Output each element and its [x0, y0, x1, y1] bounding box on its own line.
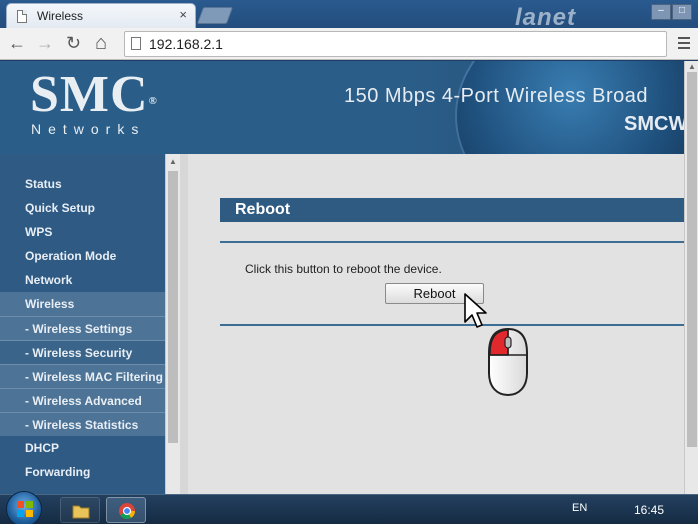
- language-indicator[interactable]: EN: [572, 502, 587, 514]
- scrollbar-thumb[interactable]: [687, 72, 697, 447]
- folder-icon: [72, 505, 90, 519]
- browser-titlebar: Wireless × lanet – □: [0, 0, 698, 31]
- sidebar-item-quick-setup[interactable]: Quick Setup: [0, 196, 165, 220]
- sidebar-item-status[interactable]: Status: [0, 172, 165, 196]
- logo-subtitle: Networks: [31, 121, 146, 137]
- product-title: 150 Mbps 4-Port Wireless Broad: [344, 85, 649, 107]
- taskbar: EN 16:45: [0, 491, 698, 524]
- scroll-up-icon[interactable]: ▲: [688, 62, 696, 71]
- section-title: Reboot: [220, 198, 684, 222]
- page-icon: [131, 37, 141, 50]
- back-icon[interactable]: ←: [8, 32, 26, 54]
- router-header: SMC® Networks 150 Mbps 4-Port Wireless B…: [0, 61, 684, 154]
- home-icon[interactable]: ⌂: [95, 32, 107, 54]
- maximize-icon[interactable]: □: [672, 4, 692, 20]
- address-bar[interactable]: 192.168.2.1: [124, 31, 667, 57]
- reboot-description: Click this button to reboot the device.: [245, 262, 442, 276]
- browser-tab[interactable]: Wireless ×: [6, 3, 196, 28]
- forward-icon[interactable]: →: [36, 32, 54, 54]
- sidebar-item-dhcp[interactable]: DHCP: [0, 436, 165, 460]
- scroll-up-icon[interactable]: ▲: [169, 157, 177, 166]
- minimize-icon[interactable]: –: [651, 4, 671, 20]
- sidebar-item-network[interactable]: Network: [0, 268, 165, 292]
- sidebar-item-wps[interactable]: WPS: [0, 220, 165, 244]
- mouse-pointer-icon: [464, 293, 487, 328]
- page-scrollbar[interactable]: ▲: [684, 61, 698, 494]
- sidebar-item-wireless[interactable]: Wireless: [0, 292, 165, 316]
- sidebar-scrollbar[interactable]: ▲: [165, 154, 180, 494]
- sidebar-item-wireless-mac-filtering[interactable]: - Wireless MAC Filtering: [0, 364, 165, 388]
- file-explorer-button[interactable]: [60, 497, 100, 523]
- sidebar-item-wireless-security[interactable]: - Wireless Security: [0, 340, 165, 364]
- divider: [220, 324, 684, 326]
- start-button[interactable]: [6, 491, 42, 524]
- chrome-icon: [119, 503, 135, 519]
- smc-logo: SMC®: [30, 66, 158, 123]
- mouse-left-click-icon: [488, 327, 528, 397]
- main-content: Reboot Click this button to reboot the d…: [180, 154, 684, 494]
- chrome-taskbar-button[interactable]: [106, 497, 146, 523]
- close-tab-icon[interactable]: ×: [179, 7, 187, 22]
- divider: [220, 241, 684, 243]
- browser-toolbar: ← → ↻ ⌂ 192.168.2.1: [0, 28, 698, 60]
- new-tab-button[interactable]: [196, 7, 234, 24]
- window-controls: – □: [650, 0, 692, 20]
- tab-title: Wireless: [37, 9, 84, 23]
- url-text[interactable]: 192.168.2.1: [149, 36, 223, 52]
- page-icon: [17, 10, 27, 23]
- sidebar-nav: Status Quick Setup WPS Operation Mode Ne…: [0, 154, 165, 494]
- reload-icon[interactable]: ↻: [66, 32, 81, 54]
- taskbar-clock[interactable]: 16:45: [634, 503, 664, 517]
- windows-logo-icon: [17, 501, 33, 517]
- model-name: SMCW: [624, 113, 684, 135]
- menu-icon[interactable]: [678, 37, 690, 52]
- sidebar-item-wireless-advanced[interactable]: - Wireless Advanced: [0, 388, 165, 412]
- sidebar-item-wireless-statistics[interactable]: - Wireless Statistics: [0, 412, 165, 436]
- scrollbar-thumb[interactable]: [168, 171, 178, 443]
- sidebar-item-operation-mode[interactable]: Operation Mode: [0, 244, 165, 268]
- sidebar-item-forwarding[interactable]: Forwarding: [0, 460, 165, 484]
- sidebar-item-wireless-settings[interactable]: - Wireless Settings: [0, 316, 165, 340]
